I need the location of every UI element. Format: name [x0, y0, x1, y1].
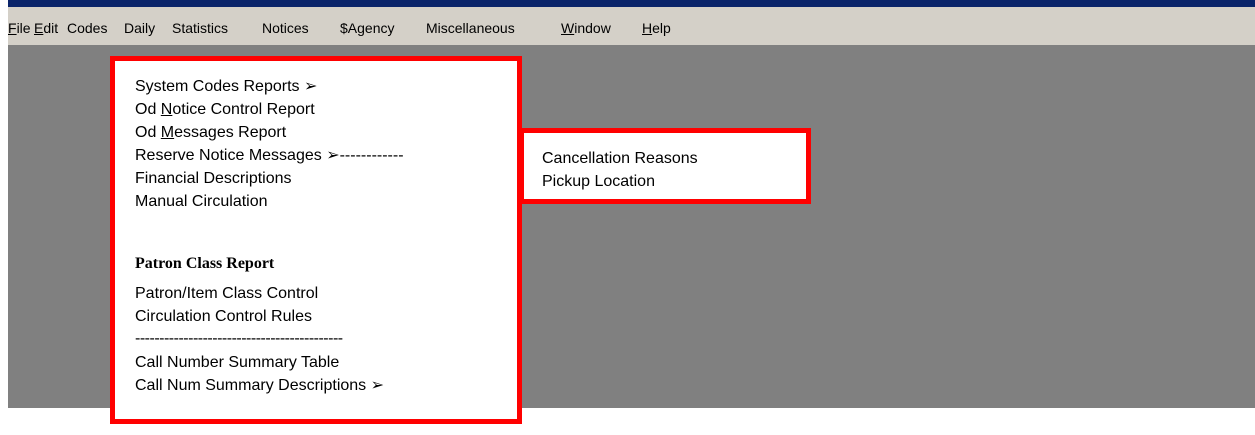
menu-separator: ----------------------------------------… — [135, 330, 343, 347]
menu-edit[interactable]: Edit — [34, 20, 58, 36]
menu-agency[interactable]: $Agency — [340, 20, 394, 36]
menu-file[interactable]: File — [8, 20, 31, 36]
title-bar — [8, 0, 1255, 7]
menu-item-system-codes-reports[interactable]: System Codes Reports ➢ — [135, 77, 317, 97]
menu-item-financial-descriptions[interactable]: Financial Descriptions — [135, 169, 292, 189]
menu-item-circulation-control-rules[interactable]: Circulation Control Rules — [135, 307, 312, 327]
menu-item-od-notice-control-report[interactable]: Od Notice Control Report — [135, 100, 315, 120]
menu-item-call-number-summary-table[interactable]: Call Number Summary Table — [135, 353, 339, 373]
submenu-item-cancellation-reasons[interactable]: Cancellation Reasons — [542, 149, 698, 169]
reserve-notice-messages-submenu: Cancellation Reasons Pickup Location — [519, 128, 811, 204]
menu-help[interactable]: Help — [642, 20, 671, 36]
connector-dashes: ------------ — [339, 147, 404, 164]
submenu-arrow-icon: ➢ — [370, 377, 385, 394]
menu-item-reserve-notice-messages[interactable]: Reserve Notice Messages ➢------------ — [135, 146, 404, 166]
submenu-item-pickup-location[interactable]: Pickup Location — [542, 172, 655, 192]
menu-item-od-messages-report[interactable]: Od Messages Report — [135, 123, 286, 143]
menu-bar: File Edit Codes Daily Statistics Notices… — [8, 7, 1255, 45]
menu-statistics[interactable]: Statistics — [172, 20, 228, 36]
menu-window[interactable]: Window — [561, 20, 611, 36]
menu-item-patron-class-report[interactable]: Patron Class Report — [135, 254, 274, 274]
menu-daily[interactable]: Daily — [124, 20, 155, 36]
menu-notices[interactable]: Notices — [262, 20, 309, 36]
submenu-arrow-icon: ➢ — [326, 147, 340, 164]
menu-item-patron-item-class-control[interactable]: Patron/Item Class Control — [135, 284, 318, 304]
menu-item-manual-circulation[interactable]: Manual Circulation — [135, 192, 268, 212]
submenu-arrow-icon: ➢ — [303, 78, 318, 95]
menu-item-call-num-summary-descriptions[interactable]: Call Num Summary Descriptions ➢ — [135, 376, 384, 396]
menu-codes[interactable]: Codes — [67, 20, 107, 36]
codes-dropdown-menu: System Codes Reports ➢ Od Notice Control… — [110, 56, 522, 424]
menu-miscellaneous[interactable]: Miscellaneous — [426, 20, 515, 36]
